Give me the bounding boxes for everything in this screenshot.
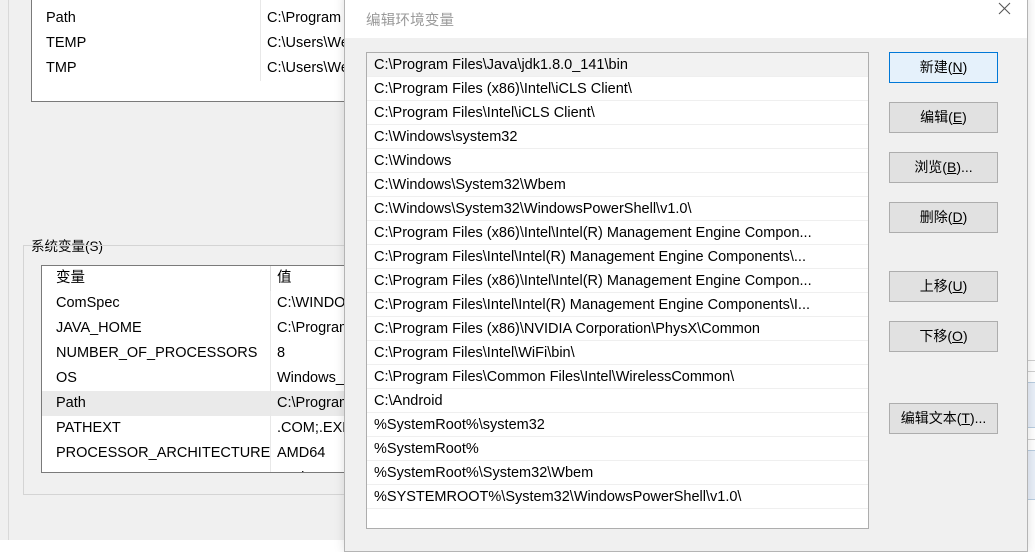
list-item[interactable]: C:\Program Files\Intel\Intel(R) Manageme… bbox=[367, 293, 868, 317]
list-item[interactable]: C:\Program Files\Common Files\Intel\Wire… bbox=[367, 365, 868, 389]
list-item[interactable]: C:\Program Files\Intel\WiFi\bin\ bbox=[367, 341, 868, 365]
list-item[interactable]: %SYSTEMROOT%\System32\WindowsPowerShell\… bbox=[367, 485, 868, 509]
variable-name-cell: ComSpec bbox=[56, 295, 120, 311]
mnemonic-letter: D bbox=[952, 209, 963, 225]
list-item[interactable]: %SystemRoot%\System32\Wbem bbox=[367, 461, 868, 485]
variable-name-cell: JAVA_HOME bbox=[56, 320, 142, 336]
list-item[interactable]: %SystemRoot% bbox=[367, 437, 868, 461]
dialog-button-column: 新建(N) 编辑(E) 浏览(B)... 删除(D) 上移(U) 下移(O) 编辑文本(T)… bbox=[889, 52, 1009, 453]
variable-name-cell: OS bbox=[56, 370, 77, 386]
list-item[interactable]: C:\Program Files (x86)\Intel\Intel(R) Ma… bbox=[367, 221, 868, 245]
list-item[interactable]: C:\Windows\System32\Wbem bbox=[367, 173, 868, 197]
path-entries-listbox[interactable]: C:\Program Files\Java\jdk1.8.0_141\bin C:… bbox=[366, 52, 869, 529]
edit-environment-variable-dialog: 编辑环境变量 C:\Program Files\Java\jdk1.8.0_14… bbox=[344, 0, 1028, 552]
move-down-button[interactable]: 下移(O) bbox=[889, 321, 998, 352]
edit-text-button[interactable]: 编辑文本(T)... bbox=[889, 403, 998, 434]
variable-name-cell: Path bbox=[56, 395, 86, 411]
mnemonic-letter: N bbox=[952, 59, 963, 75]
list-item[interactable]: C:\Android bbox=[367, 389, 868, 413]
new-button[interactable]: 新建(N) bbox=[889, 52, 998, 83]
button-group-spacer bbox=[889, 371, 1009, 403]
list-item[interactable]: C:\Program Files (x86)\Intel\iCLS Client… bbox=[367, 77, 868, 101]
column-header-variable[interactable]: 变量 bbox=[42, 266, 270, 291]
variable-name-cell: PATHEXT bbox=[56, 420, 121, 436]
variable-name-cell: Path bbox=[46, 10, 76, 26]
list-item[interactable]: C:\Windows\system32 bbox=[367, 125, 868, 149]
dialog-body: C:\Program Files\Java\jdk1.8.0_141\bin C:… bbox=[345, 38, 1027, 551]
list-item[interactable]: C:\Program Files\Intel\iCLS Client\ bbox=[367, 101, 868, 125]
variable-name-cell: PROCESSOR_ARCHITECTURE bbox=[56, 445, 270, 461]
variable-name-cell: TMP bbox=[46, 60, 77, 76]
dialog-title: 编辑环境变量 bbox=[366, 13, 455, 29]
mnemonic-letter: E bbox=[952, 109, 963, 125]
delete-button[interactable]: 删除(D) bbox=[889, 202, 998, 233]
list-item[interactable]: %SystemRoot%\system32 bbox=[367, 413, 868, 437]
variable-name-cell: PROCESSOR_IDENTIFIER bbox=[42, 466, 270, 472]
list-item[interactable]: C:\Windows\System32\WindowsPowerShell\v1… bbox=[367, 197, 868, 221]
browse-button[interactable]: 浏览(B)... bbox=[889, 152, 998, 183]
mnemonic-letter: U bbox=[952, 278, 963, 294]
list-item[interactable]: C:\Program Files (x86)\NVIDIA Corporatio… bbox=[367, 317, 868, 341]
mnemonic-letter: T bbox=[961, 410, 970, 426]
dialog-titlebar: 编辑环境变量 bbox=[345, 0, 1027, 38]
variable-name-cell: TEMP bbox=[46, 35, 87, 51]
mnemonic-letter: B bbox=[946, 159, 957, 175]
variable-name-cell: NUMBER_OF_PROCESSORS bbox=[56, 345, 258, 361]
list-item[interactable]: C:\Program Files\Java\jdk1.8.0_141\bin bbox=[367, 53, 868, 77]
path-entries-rows: C:\Program Files\Java\jdk1.8.0_141\bin C:… bbox=[367, 53, 868, 509]
list-item[interactable]: C:\Windows bbox=[367, 149, 868, 173]
close-icon[interactable] bbox=[982, 0, 1027, 23]
edit-button[interactable]: 编辑(E) bbox=[889, 102, 998, 133]
list-item[interactable]: C:\Program Files (x86)\Intel\Intel(R) Ma… bbox=[367, 269, 868, 293]
mnemonic-letter: O bbox=[952, 328, 963, 344]
list-item[interactable]: C:\Program Files\Intel\Intel(R) Manageme… bbox=[367, 245, 868, 269]
move-up-button[interactable]: 上移(U) bbox=[889, 271, 998, 302]
button-group-spacer bbox=[889, 252, 1009, 271]
